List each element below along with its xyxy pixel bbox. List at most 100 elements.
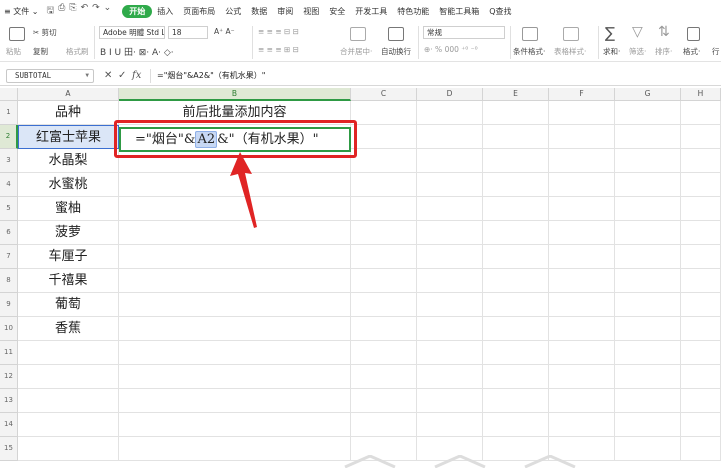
font-name-select[interactable]: Adobe 明體 Std L	[99, 26, 165, 39]
empty-cell[interactable]	[615, 173, 681, 197]
row-header-13[interactable]: 13	[0, 389, 18, 413]
empty-cell[interactable]	[681, 221, 721, 245]
empty-cell[interactable]	[615, 269, 681, 293]
table-style-icon[interactable]	[563, 27, 579, 41]
row-header-2[interactable]: 2	[0, 125, 18, 149]
cell-a6[interactable]: 菠萝	[18, 221, 119, 245]
tab-data[interactable]: 数据	[246, 2, 272, 20]
empty-cell[interactable]	[483, 125, 549, 149]
copy-icon[interactable]: ⎘	[69, 3, 76, 19]
empty-cell[interactable]	[351, 125, 417, 149]
cell-a1[interactable]: 品种	[18, 101, 119, 125]
empty-cell[interactable]	[615, 389, 681, 413]
tab-formulas[interactable]: 公式	[220, 2, 246, 20]
search-button[interactable]: Q查找	[484, 2, 516, 20]
empty-cell[interactable]	[18, 389, 119, 413]
formula-input[interactable]: ="烟台"&A2&"（有机水果）"	[150, 69, 710, 83]
empty-cell[interactable]	[483, 365, 549, 389]
empty-cell[interactable]	[549, 365, 615, 389]
print-icon[interactable]: ⎙	[58, 3, 65, 19]
empty-cell[interactable]	[549, 413, 615, 437]
cell-a5[interactable]: 蜜柚	[18, 197, 119, 221]
empty-cell[interactable]	[119, 365, 351, 389]
empty-cell[interactable]	[681, 413, 721, 437]
empty-cell[interactable]	[681, 437, 721, 461]
empty-cell[interactable]	[483, 293, 549, 317]
empty-cell[interactable]	[483, 389, 549, 413]
column-header-d[interactable]: D	[417, 88, 483, 101]
empty-cell[interactable]	[351, 101, 417, 125]
empty-cell[interactable]	[18, 365, 119, 389]
save-icon[interactable]: 🖫	[47, 3, 55, 19]
empty-cell[interactable]	[615, 293, 681, 317]
empty-cell[interactable]	[417, 365, 483, 389]
empty-cell[interactable]	[119, 389, 351, 413]
empty-cell[interactable]	[549, 317, 615, 341]
empty-cell[interactable]	[483, 341, 549, 365]
row-header-15[interactable]: 15	[0, 437, 18, 461]
tab-insert[interactable]: 插入	[152, 2, 178, 20]
empty-cell[interactable]	[18, 413, 119, 437]
empty-cell[interactable]	[119, 293, 351, 317]
number-format-select[interactable]: 常规	[423, 26, 505, 39]
column-header-a[interactable]: A	[18, 88, 119, 101]
cancel-icon[interactable]: ✕	[104, 69, 112, 83]
empty-cell[interactable]	[119, 245, 351, 269]
empty-cell[interactable]	[615, 365, 681, 389]
column-header-b[interactable]: B	[119, 88, 351, 101]
empty-cell[interactable]	[549, 149, 615, 173]
column-header-f[interactable]: F	[549, 88, 615, 101]
confirm-icon[interactable]: ✓	[118, 69, 126, 83]
empty-cell[interactable]	[119, 437, 351, 461]
tab-features[interactable]: 特色功能	[392, 2, 434, 20]
sum-button[interactable]: 求和·	[603, 46, 620, 57]
fx-icon[interactable]: fx	[132, 69, 141, 83]
empty-cell[interactable]	[417, 101, 483, 125]
conditional-format-icon[interactable]	[522, 27, 538, 41]
row-header-3[interactable]: 3	[0, 149, 18, 173]
row-header-8[interactable]: 8	[0, 269, 18, 293]
row-header-7[interactable]: 7	[0, 245, 18, 269]
empty-cell[interactable]	[351, 245, 417, 269]
empty-cell[interactable]	[351, 365, 417, 389]
empty-cell[interactable]	[351, 341, 417, 365]
empty-cell[interactable]	[549, 269, 615, 293]
empty-cell[interactable]	[417, 317, 483, 341]
empty-cell[interactable]	[417, 389, 483, 413]
align-buttons-top[interactable]: ≡ ≡ ≡ ⊟ ⊟	[258, 27, 299, 36]
wrap-text-button[interactable]: 自动换行	[381, 46, 411, 57]
empty-cell[interactable]	[681, 293, 721, 317]
font-style-buttons[interactable]: B I U 田· ⊠· A· ◇·	[100, 45, 174, 58]
empty-cell[interactable]	[681, 245, 721, 269]
empty-cell[interactable]	[351, 293, 417, 317]
empty-cell[interactable]	[549, 245, 615, 269]
empty-cell[interactable]	[417, 341, 483, 365]
row-header-11[interactable]: 11	[0, 341, 18, 365]
wrap-text-icon[interactable]	[388, 27, 404, 41]
empty-cell[interactable]	[417, 413, 483, 437]
tab-page-layout[interactable]: 页面布局	[178, 2, 220, 20]
empty-cell[interactable]	[119, 413, 351, 437]
empty-cell[interactable]	[615, 221, 681, 245]
column-header-g[interactable]: G	[615, 88, 681, 101]
copy-button[interactable]: 复制	[33, 46, 48, 57]
sort-icon[interactable]: ⇅	[658, 24, 670, 40]
empty-cell[interactable]	[549, 101, 615, 125]
empty-cell[interactable]	[351, 317, 417, 341]
empty-cell[interactable]	[549, 221, 615, 245]
empty-cell[interactable]	[549, 341, 615, 365]
empty-cell[interactable]	[119, 269, 351, 293]
cell-a3[interactable]: 水晶梨	[18, 149, 119, 173]
cell-a2[interactable]: 红富士苹果	[18, 125, 119, 149]
empty-cell[interactable]	[615, 437, 681, 461]
tab-view[interactable]: 视图	[298, 2, 324, 20]
empty-cell[interactable]	[417, 221, 483, 245]
file-menu[interactable]: ≡ 文件 ⌄	[0, 2, 44, 20]
empty-cell[interactable]	[681, 365, 721, 389]
sum-icon[interactable]: ∑	[605, 24, 615, 42]
empty-cell[interactable]	[615, 149, 681, 173]
merge-center-icon[interactable]	[350, 27, 366, 41]
empty-cell[interactable]	[417, 125, 483, 149]
row-header-6[interactable]: 6	[0, 221, 18, 245]
empty-cell[interactable]	[681, 197, 721, 221]
